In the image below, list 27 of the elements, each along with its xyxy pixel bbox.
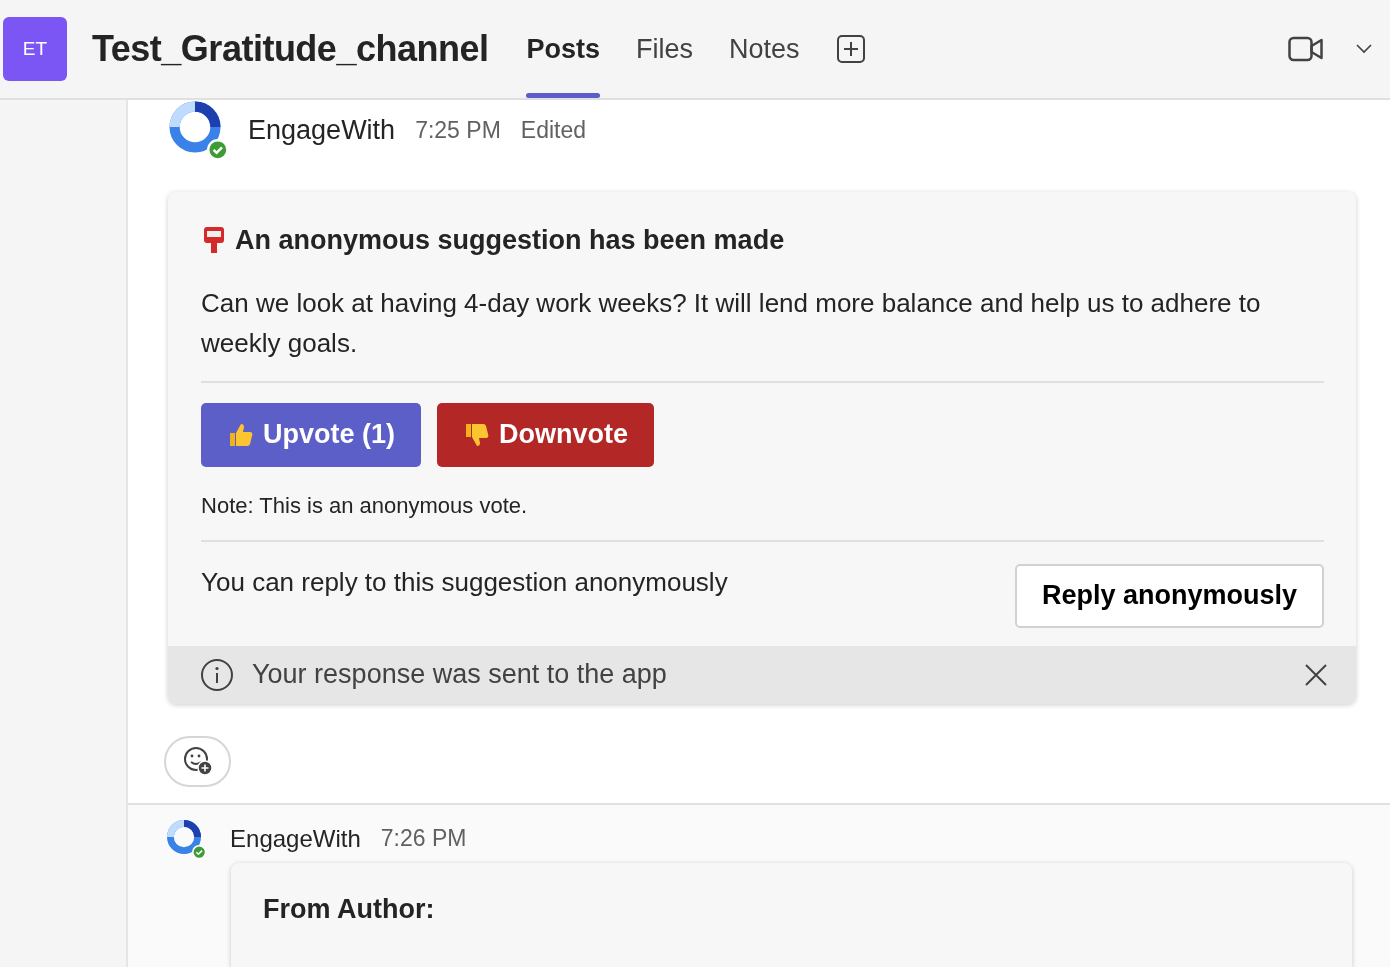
- reply-prompt: You can reply to this suggestion anonymously: [201, 565, 728, 599]
- notice-text: Your response was sent to the app: [252, 658, 668, 692]
- app-logo-icon: [166, 818, 207, 859]
- edited-label: Edited: [520, 115, 586, 145]
- close-icon[interactable]: [1304, 662, 1328, 687]
- emoji-add-icon: [181, 745, 214, 777]
- chevron-down-icon[interactable]: [1356, 44, 1372, 54]
- tab[interactable]: Notes: [729, 0, 800, 98]
- card-title: An anonymous suggestion has been made: [235, 224, 785, 257]
- tab[interactable]: Files: [636, 0, 693, 98]
- add-reaction-button[interactable]: [164, 735, 232, 787]
- add-tab-icon[interactable]: [835, 34, 866, 64]
- info-icon: [200, 657, 235, 692]
- sender-name: EngageWith: [230, 823, 361, 854]
- channel-avatar: ET: [3, 17, 67, 81]
- vote-note: Note: This is an anonymous vote.: [201, 488, 1324, 542]
- tab[interactable]: Posts: [526, 0, 600, 98]
- upvote-button[interactable]: Upvote (1): [201, 402, 422, 467]
- card-body-text: Can we look at having 4-day work weeks? It will lend more balance and help us to adhere to weekly goals.: [201, 282, 1324, 383]
- downvote-button[interactable]: Downvote: [437, 402, 655, 467]
- video-camera-icon[interactable]: [1288, 36, 1324, 62]
- sender-name: EngageWith: [248, 113, 396, 147]
- message-time: 7:26 PM: [380, 824, 467, 854]
- channel-name: Test_Gratitude_channel: [92, 27, 489, 71]
- message-time: 7:25 PM: [415, 115, 501, 145]
- reply-anonymously-button[interactable]: Reply anonymously: [1014, 563, 1324, 628]
- card-title: From Author:: [263, 892, 436, 926]
